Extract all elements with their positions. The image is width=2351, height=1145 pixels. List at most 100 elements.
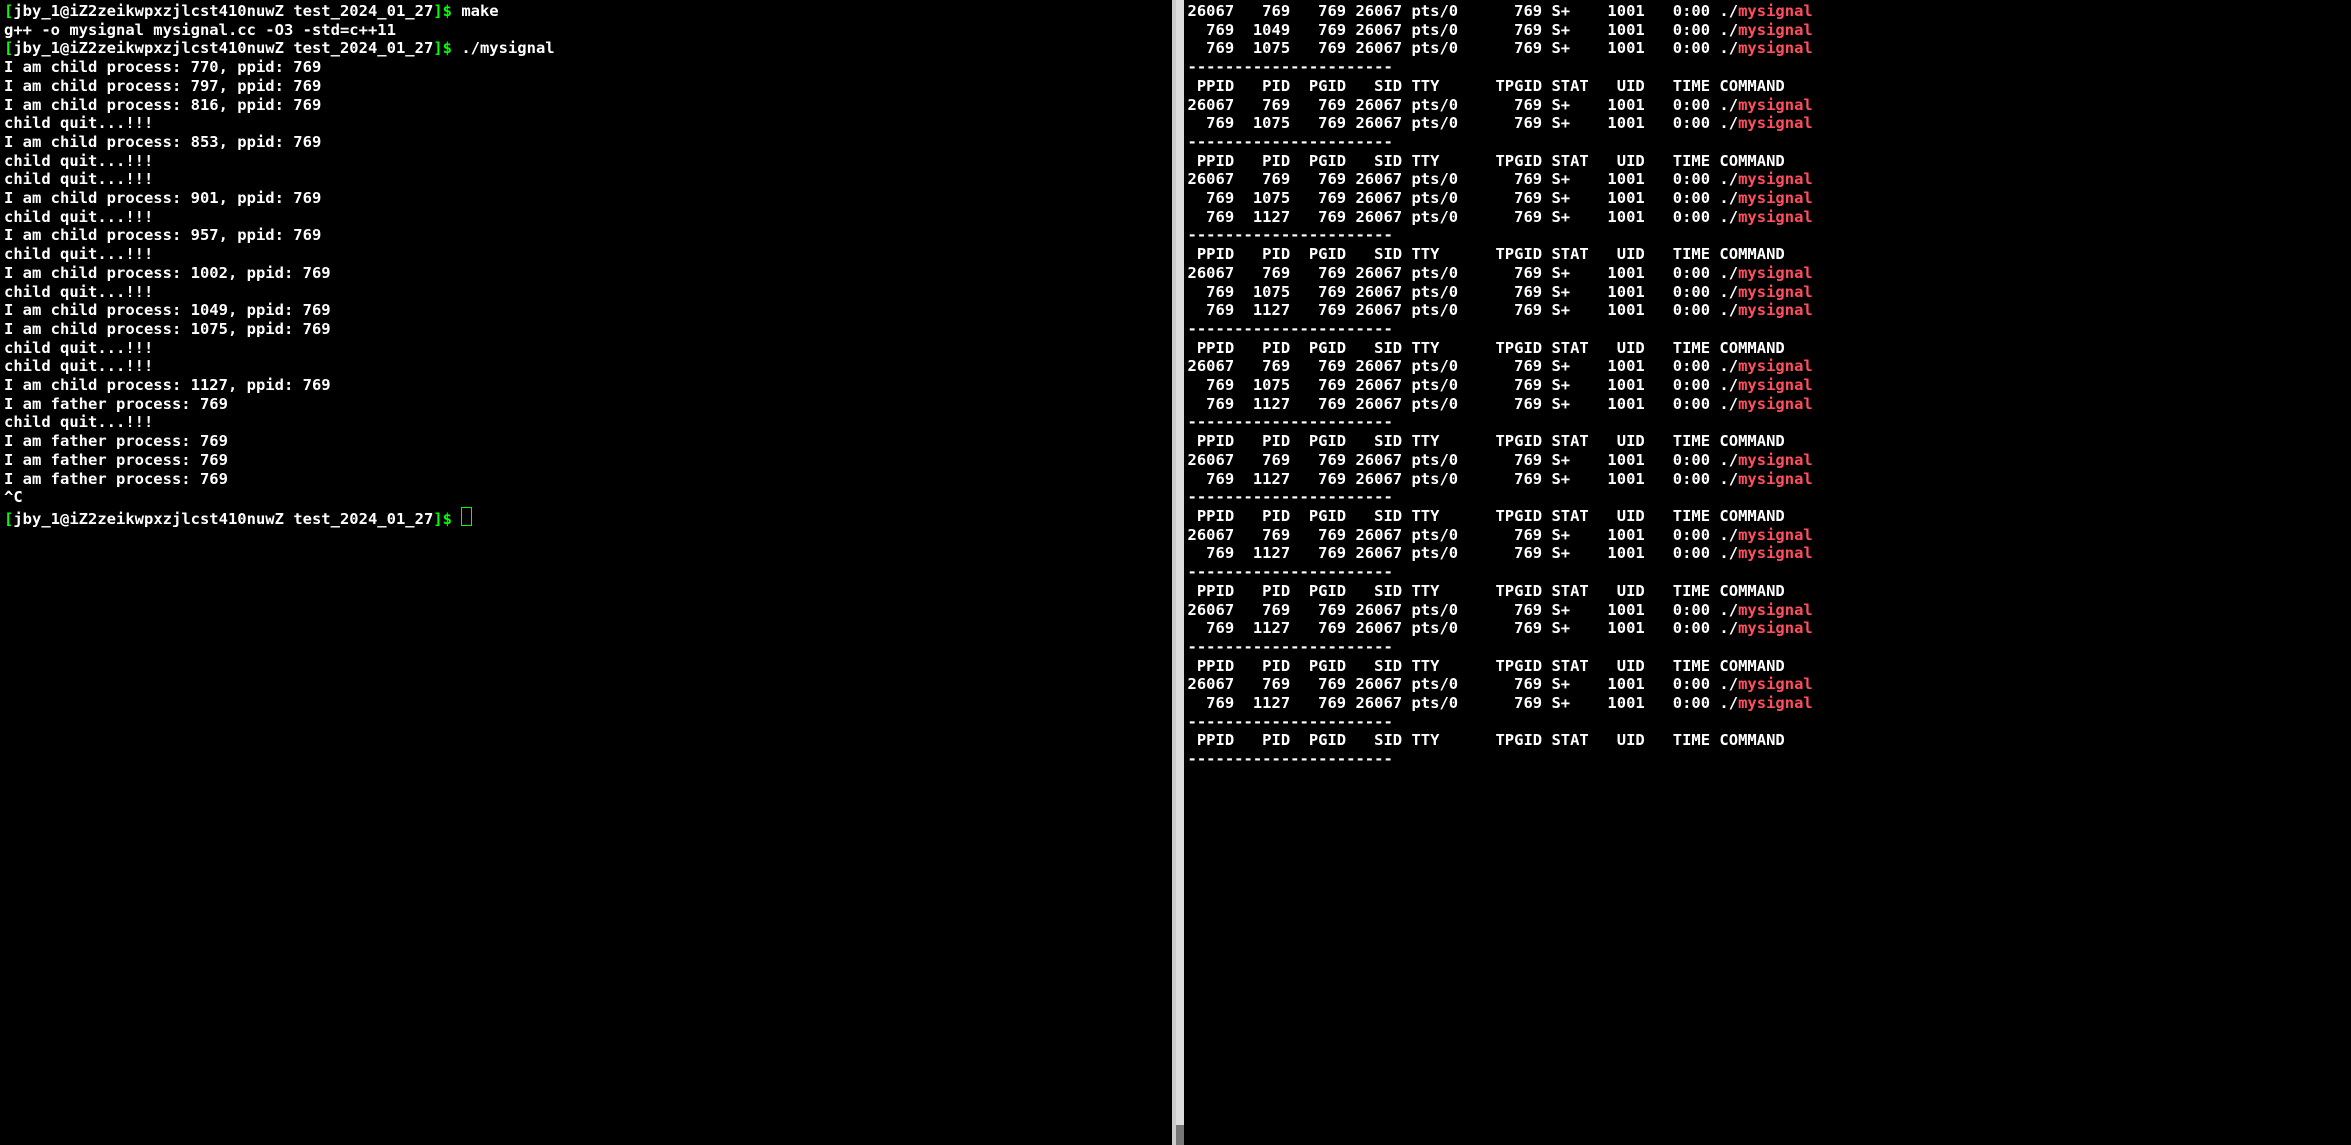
cmd-prefix: ./ [1719,470,1738,488]
prompt-dir: test_2024_01_27 [293,510,433,528]
cmd-name: mysignal [1738,526,1813,544]
ps-row: 769 1075 769 26067 pts/0 769 S+ 1001 0:0… [1188,114,1813,132]
cmd-prefix: ./ [1719,357,1738,375]
command-text: ./mysignal [461,39,554,57]
prompt-user-host: jby_1@iZ2zeikwpxzjlcst410nuwZ [13,39,284,57]
scrollbar-thumb[interactable] [1176,1125,1184,1145]
cmd-name: mysignal [1738,376,1813,394]
terminal-split-screen: [jby_1@iZ2zeikwpxzjlcst410nuwZ test_2024… [0,0,2351,1145]
ps-header: PPID PID PGID SID TTY TPGID STAT UID TIM… [1188,245,1785,263]
ps-row: 26067 769 769 26067 pts/0 769 S+ 1001 0:… [1188,357,1813,375]
cmd-prefix: ./ [1719,526,1738,544]
ps-row: 26067 769 769 26067 pts/0 769 S+ 1001 0:… [1188,264,1813,282]
output-line: child quit...!!! [4,339,153,357]
output-line: child quit...!!! [4,413,153,431]
dashes: ---------------------- [1188,413,1393,431]
ps-header: PPID PID PGID SID TTY TPGID STAT UID TIM… [1188,339,1785,357]
output-line: I am father process: 769 [4,395,228,413]
cmd-prefix: ./ [1719,694,1738,712]
dashes: ---------------------- [1188,488,1393,506]
output-line: child quit...!!! [4,114,153,132]
dashes: ---------------------- [1188,133,1393,151]
ps-header: PPID PID PGID SID TTY TPGID STAT UID TIM… [1188,657,1785,675]
prompt-sep [284,510,293,528]
prompt-bracket-close: ]$ [433,39,452,57]
cmd-name: mysignal [1738,601,1813,619]
cmd-prefix: ./ [1719,451,1738,469]
ps-row: 26067 769 769 26067 pts/0 769 S+ 1001 0:… [1188,451,1813,469]
cmd-name: mysignal [1738,264,1813,282]
cmd-name: mysignal [1738,694,1813,712]
cursor [461,507,472,526]
dashes: ---------------------- [1188,226,1393,244]
dashes: ---------------------- [1188,713,1393,731]
cmd-name: mysignal [1738,283,1813,301]
cmd-name: mysignal [1738,619,1813,637]
prompt-sep [284,2,293,20]
prompt-bracket-open: [ [4,510,13,528]
dashes: ---------------------- [1188,320,1393,338]
prompt-dir: test_2024_01_27 [293,2,433,20]
cmd-prefix: ./ [1719,21,1738,39]
output-line: I am child process: 770, ppid: 769 [4,58,321,76]
dashes: ---------------------- [1188,750,1393,768]
output-line: I am child process: 957, ppid: 769 [4,226,321,244]
cmd-name: mysignal [1738,301,1813,319]
prompt-dir: test_2024_01_27 [293,39,433,57]
terminal-left-pane[interactable]: [jby_1@iZ2zeikwpxzjlcst410nuwZ test_2024… [0,0,1176,1145]
cmd-prefix: ./ [1719,208,1738,226]
cmd-name: mysignal [1738,395,1813,413]
prompt-bracket-close: ]$ [433,510,452,528]
ps-header: PPID PID PGID SID TTY TPGID STAT UID TIM… [1188,731,1785,749]
cmd-name: mysignal [1738,470,1813,488]
ps-header: PPID PID PGID SID TTY TPGID STAT UID TIM… [1188,152,1785,170]
ps-row: 26067 769 769 26067 pts/0 769 S+ 1001 0:… [1188,170,1813,188]
ps-header: PPID PID PGID SID TTY TPGID STAT UID TIM… [1188,582,1785,600]
ps-row: 769 1075 769 26067 pts/0 769 S+ 1001 0:0… [1188,376,1813,394]
cmd-name: mysignal [1738,189,1813,207]
cmd-prefix: ./ [1719,96,1738,114]
cmd-prefix: ./ [1719,189,1738,207]
ps-row: 26067 769 769 26067 pts/0 769 S+ 1001 0:… [1188,2,1813,20]
ps-row: 769 1127 769 26067 pts/0 769 S+ 1001 0:0… [1188,694,1813,712]
dashes: ---------------------- [1188,58,1393,76]
output-line: I am father process: 769 [4,451,228,469]
cmd-name: mysignal [1738,208,1813,226]
ps-row: 26067 769 769 26067 pts/0 769 S+ 1001 0:… [1188,675,1813,693]
ps-row: 26067 769 769 26067 pts/0 769 S+ 1001 0:… [1188,526,1813,544]
terminal-right-pane[interactable]: 26067 769 769 26067 pts/0 769 S+ 1001 0:… [1184,0,2351,1145]
prompt-bracket-open: [ [4,2,13,20]
ps-row: 769 1127 769 26067 pts/0 769 S+ 1001 0:0… [1188,544,1813,562]
output-line: I am child process: 816, ppid: 769 [4,96,321,114]
output-line: child quit...!!! [4,152,153,170]
output-line: I am child process: 901, ppid: 769 [4,189,321,207]
output-line: I am child process: 1002, ppid: 769 [4,264,331,282]
ps-row: 769 1075 769 26067 pts/0 769 S+ 1001 0:0… [1188,283,1813,301]
cmd-prefix: ./ [1719,2,1738,20]
prompt-bracket-open: [ [4,39,13,57]
ps-row: 769 1127 769 26067 pts/0 769 S+ 1001 0:0… [1188,301,1813,319]
cmd-prefix: ./ [1719,395,1738,413]
output-line: I am child process: 1075, ppid: 769 [4,320,331,338]
cmd-name: mysignal [1738,2,1813,20]
command-text: make [461,2,498,20]
cmd-name: mysignal [1738,39,1813,57]
ps-header: PPID PID PGID SID TTY TPGID STAT UID TIM… [1188,507,1785,525]
ps-row: 26067 769 769 26067 pts/0 769 S+ 1001 0:… [1188,96,1813,114]
output-line: ^C [4,488,23,506]
cmd-name: mysignal [1738,544,1813,562]
cmd-prefix: ./ [1719,264,1738,282]
ps-row: 769 1127 769 26067 pts/0 769 S+ 1001 0:0… [1188,395,1813,413]
dashes: ---------------------- [1188,638,1393,656]
output-line: I am child process: 1049, ppid: 769 [4,301,331,319]
prompt-user-host: jby_1@iZ2zeikwpxzjlcst410nuwZ [13,510,284,528]
cmd-name: mysignal [1738,114,1813,132]
ps-header: PPID PID PGID SID TTY TPGID STAT UID TIM… [1188,77,1785,95]
ps-row: 26067 769 769 26067 pts/0 769 S+ 1001 0:… [1188,601,1813,619]
output-line: child quit...!!! [4,357,153,375]
cmd-prefix: ./ [1719,675,1738,693]
ps-row: 769 1075 769 26067 pts/0 769 S+ 1001 0:0… [1188,39,1813,57]
pane-divider[interactable] [1176,0,1184,1145]
cmd-prefix: ./ [1719,544,1738,562]
ps-row: 769 1049 769 26067 pts/0 769 S+ 1001 0:0… [1188,21,1813,39]
